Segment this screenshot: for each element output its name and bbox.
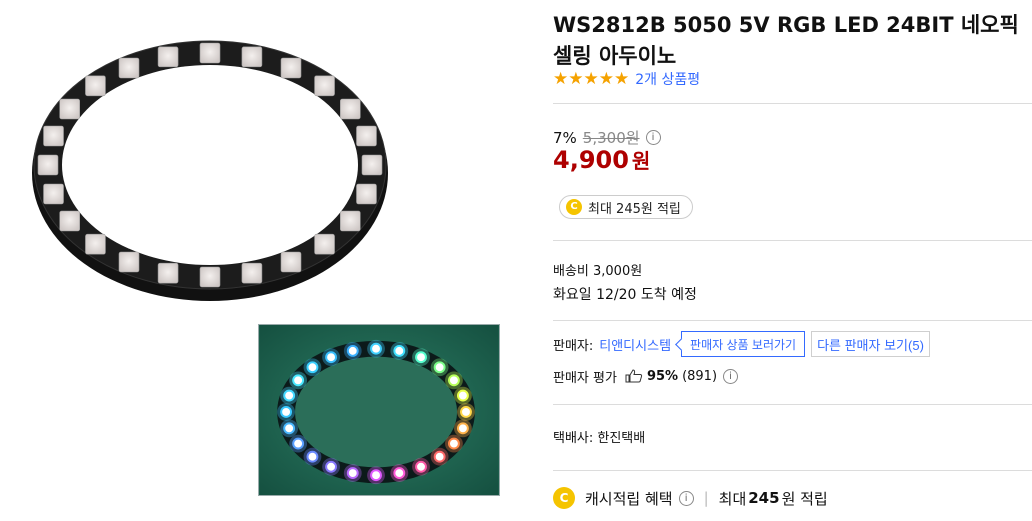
- cash-benefit-amount: 245: [748, 489, 780, 507]
- star-icon: ★: [598, 69, 614, 89]
- led-light: [306, 361, 319, 374]
- led-chip: [280, 251, 302, 273]
- led-chip: [314, 233, 335, 255]
- led-light: [456, 422, 469, 435]
- divider: [553, 320, 1032, 321]
- led-chip: [241, 46, 263, 68]
- led-light: [393, 344, 406, 357]
- info-icon[interactable]: i: [678, 490, 694, 506]
- courier-info: 택배사: 한진택배: [553, 431, 646, 446]
- product-rating[interactable]: ★ ★ ★ ★ ★ 2개 상품평: [553, 68, 700, 90]
- led-chip: [157, 46, 179, 68]
- led-chip: [339, 210, 361, 232]
- led-light: [283, 389, 296, 402]
- sale-price-unit: 원: [631, 149, 651, 173]
- led-chip: [37, 154, 59, 176]
- star-icon: ★: [553, 69, 569, 89]
- led-light: [447, 374, 460, 387]
- led-chip: [280, 57, 302, 79]
- coin-icon: C: [553, 487, 575, 509]
- info-icon[interactable]: i: [723, 368, 739, 384]
- other-sellers-button[interactable]: 다른 판매자 보기(5): [811, 331, 930, 357]
- seller-rating-count: (891): [682, 368, 718, 384]
- led-chip: [59, 210, 81, 232]
- cash-benefit-label: 캐시적립 혜택: [585, 489, 673, 508]
- seller-label: 판매자:: [553, 338, 594, 354]
- led-chip: [356, 183, 377, 205]
- led-light: [325, 351, 337, 364]
- product-title: WS2812B 5050 5V RGB LED 24BIT 네오픽셀링 아두이노: [553, 13, 1019, 68]
- shipping-fee: 배송비 3,000원: [553, 264, 643, 279]
- divider: [553, 404, 1032, 405]
- led-chip: [314, 75, 335, 97]
- separator: |: [703, 489, 709, 507]
- led-chip: [361, 154, 383, 176]
- led-chip: [85, 75, 106, 97]
- seller-products-button[interactable]: 판매자 상품 보러가기: [681, 331, 806, 357]
- sale-price: 4,900 원: [553, 145, 650, 174]
- led-light: [370, 469, 382, 482]
- led-light: [292, 374, 305, 387]
- seller-rating-row: 판매자 평가 95% (891) i: [553, 366, 739, 386]
- led-light: [415, 351, 427, 364]
- led-light: [456, 389, 469, 402]
- led-chip: [43, 125, 64, 147]
- led-light: [415, 460, 427, 473]
- product-image-lit[interactable]: [258, 324, 500, 496]
- led-chip: [356, 125, 377, 147]
- led-light: [393, 467, 406, 480]
- divider: [553, 103, 1032, 104]
- led-chip: [59, 98, 81, 120]
- led-light: [433, 450, 446, 463]
- led-light: [346, 467, 359, 480]
- led-light: [460, 406, 472, 418]
- info-icon[interactable]: i: [645, 130, 661, 145]
- led-chip: [199, 42, 221, 64]
- star-icon: ★: [583, 69, 599, 89]
- led-light: [283, 422, 296, 435]
- led-chip: [241, 262, 263, 284]
- seller-rating-percent: 95%: [646, 368, 679, 384]
- cash-benefit-suffix: 원 적립: [781, 489, 828, 508]
- seller-name-link[interactable]: 티앤디시스템: [599, 335, 671, 354]
- divider: [553, 240, 1032, 241]
- thumbs-up-icon: [625, 369, 643, 383]
- led-light: [370, 342, 382, 355]
- product-image-ring[interactable]: [20, 20, 400, 310]
- led-light: [280, 406, 293, 418]
- star-icon: ★: [614, 69, 630, 89]
- divider: [553, 470, 1032, 471]
- led-chip: [118, 57, 140, 79]
- led-light: [325, 460, 337, 473]
- led-light: [433, 361, 446, 374]
- sale-price-amount: 4,900: [553, 146, 629, 174]
- led-chip: [118, 251, 140, 273]
- led-chip: [339, 98, 361, 120]
- star-rating: ★ ★ ★ ★ ★: [553, 69, 629, 89]
- led-chip: [85, 233, 106, 255]
- cash-reward-label: 최대 245원 적립: [588, 201, 681, 217]
- cash-benefit-row: C 캐시적립 혜택 i | 최대 245 원 적립: [553, 486, 828, 510]
- led-light: [346, 344, 359, 357]
- arrival-date: 화요일 12/20 도착 예정: [553, 287, 697, 303]
- led-chip: [43, 183, 64, 205]
- seller-rating-label: 판매자 평가: [553, 370, 617, 386]
- seller-row: 판매자: 티앤디시스템 판매자 상품 보러가기 다른 판매자 보기(5): [553, 331, 930, 357]
- discount-rate: 7%: [553, 128, 577, 147]
- review-count-link[interactable]: 2개 상품평: [635, 69, 700, 89]
- led-chip: [157, 262, 179, 284]
- coin-icon: C: [566, 199, 582, 215]
- led-chip: [199, 266, 221, 288]
- cash-reward-badge: C 최대 245원 적립: [559, 195, 693, 219]
- product-info-panel: WS2812B 5050 5V RGB LED 24BIT 네오픽셀링 아두이노…: [553, 0, 1032, 521]
- led-light: [292, 437, 305, 450]
- led-light: [306, 450, 319, 463]
- led-light: [447, 437, 460, 450]
- cash-benefit-prefix: 최대: [718, 489, 747, 508]
- star-icon: ★: [568, 69, 584, 89]
